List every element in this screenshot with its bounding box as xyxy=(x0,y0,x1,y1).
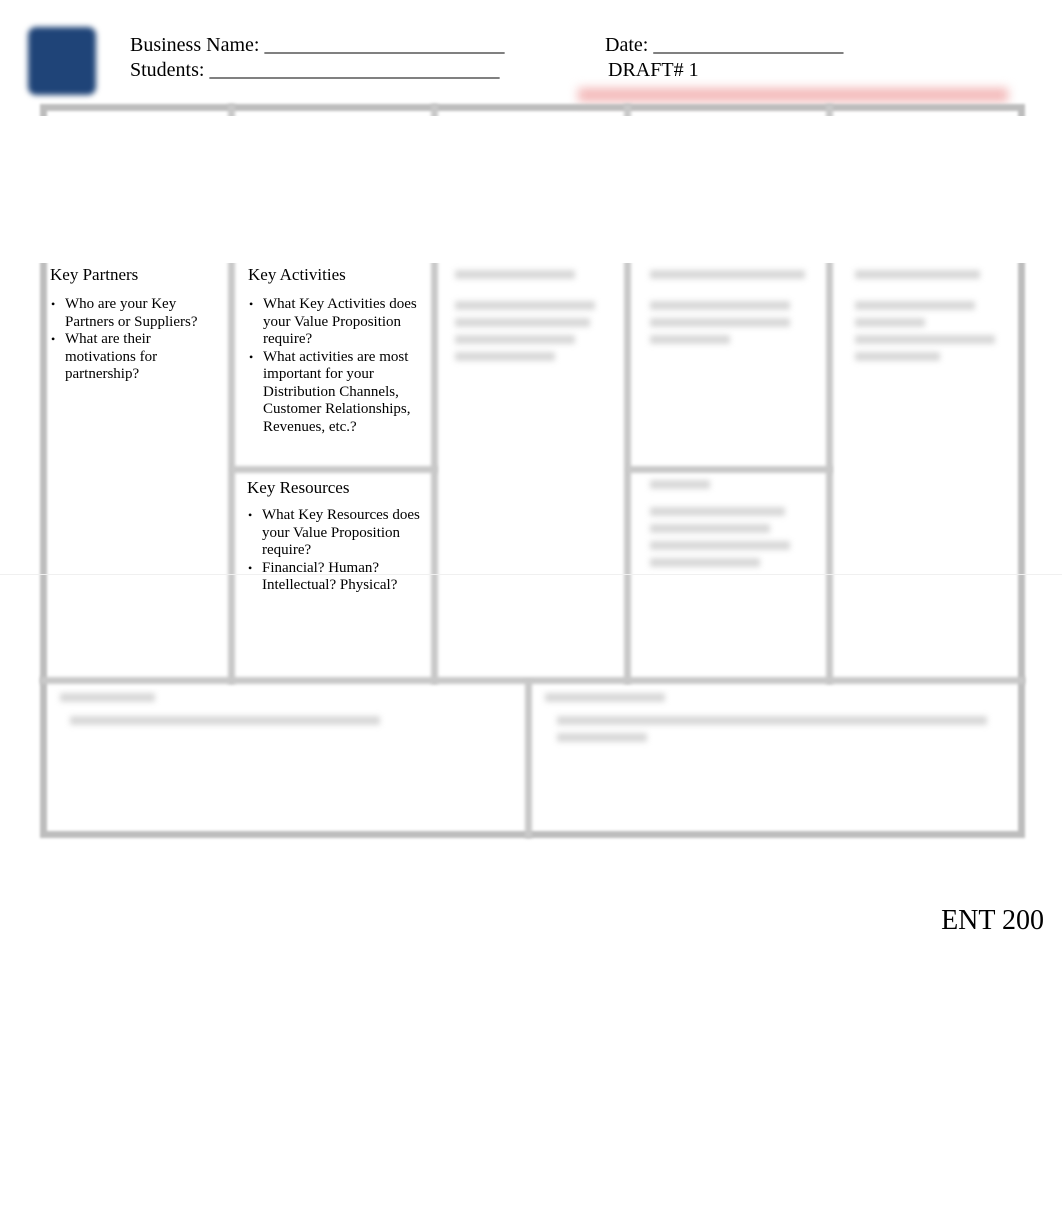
course-code: ENT 200 xyxy=(941,905,1044,936)
draft-label: DRAFT# 1 xyxy=(608,59,699,81)
cost-structure-block-blurred xyxy=(60,693,500,725)
logo xyxy=(28,27,96,95)
divider xyxy=(232,466,437,473)
key-partners-block: Key Partners Who are your Key Partners o… xyxy=(50,265,220,384)
channels-block-blurred xyxy=(650,480,810,567)
customer-relationships-block-blurred xyxy=(650,270,810,344)
key-resources-block: Key Resources What Key Resources does yo… xyxy=(247,478,425,595)
students-label: Students: xyxy=(130,59,205,81)
divider xyxy=(40,677,1025,684)
redacted-note xyxy=(578,88,1008,102)
value-propositions-block-blurred xyxy=(455,270,605,361)
bullet: What Key Activities does your Value Prop… xyxy=(249,296,423,349)
date-label: Date: xyxy=(605,34,649,56)
business-name-field[interactable]: Business Name: ________________________ xyxy=(130,34,504,57)
revenue-streams-block-blurred xyxy=(545,693,995,742)
students-value: _____________________________ xyxy=(209,59,500,81)
divider xyxy=(525,680,532,838)
block-title: Key Activities xyxy=(248,265,346,284)
business-name-value: ________________________ xyxy=(264,34,505,56)
page-gap xyxy=(0,116,1062,263)
divider xyxy=(628,466,832,473)
date-field[interactable]: Date: ___________________ xyxy=(605,34,843,57)
students-field[interactable]: Students: _____________________________ xyxy=(130,59,499,82)
bullet: What are their motivations for partnersh… xyxy=(51,331,220,384)
bullet: What Key Resources does your Value Propo… xyxy=(248,507,425,560)
block-title: Key Resources xyxy=(247,478,350,497)
bullet: What activities are most important for y… xyxy=(249,349,423,437)
block-title: Key Partners xyxy=(50,265,139,284)
bullet: Who are your Key Partners or Suppliers? xyxy=(51,296,220,331)
date-value: ___________________ xyxy=(653,34,844,56)
bullet: Financial? Human? Intellectual? Physical… xyxy=(248,560,425,595)
faint-line xyxy=(0,574,1062,575)
business-name-label: Business Name: xyxy=(130,34,260,56)
key-activities-block: Key Activities What Key Activities does … xyxy=(248,265,423,436)
customer-segments-block-blurred xyxy=(855,270,1005,361)
